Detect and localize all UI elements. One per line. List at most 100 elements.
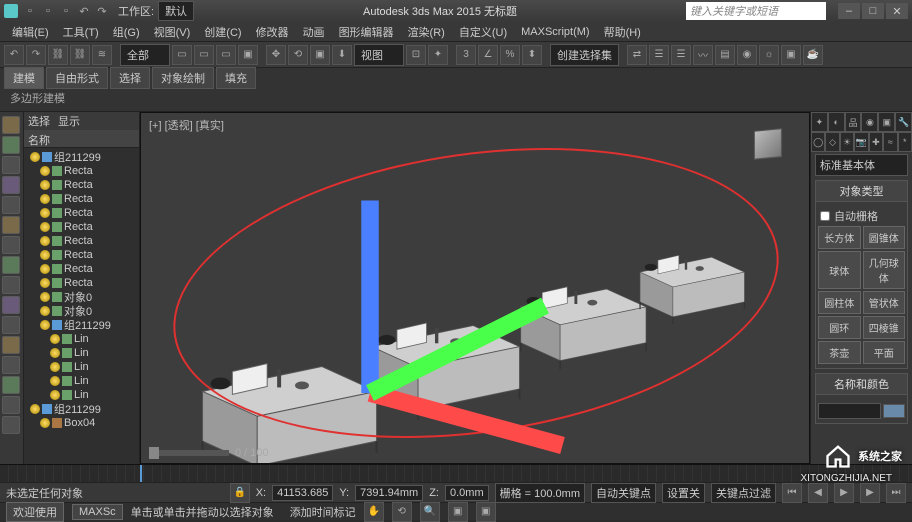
help-search-input[interactable]: 键入关键字或短语: [686, 2, 826, 20]
track-bar[interactable]: [0, 464, 912, 482]
refcoord-dropdown[interactable]: 视图: [354, 44, 404, 66]
ribbon-tab-freeform[interactable]: 自由形式: [46, 67, 108, 89]
schematic-button[interactable]: ▤: [715, 45, 735, 65]
rollout-namecolor-header[interactable]: 名称和颜色: [815, 373, 908, 395]
unlink-button[interactable]: ⛓: [70, 45, 90, 65]
select-rect-button[interactable]: ▭: [216, 45, 236, 65]
tree-item[interactable]: Recta: [26, 178, 137, 192]
window-crossing-button[interactable]: ▣: [238, 45, 258, 65]
ribbon-tab-select[interactable]: 选择: [110, 67, 150, 89]
tree-item[interactable]: 组211299: [26, 402, 137, 416]
redo-button[interactable]: ↷: [26, 45, 46, 65]
visibility-bulb-icon[interactable]: [50, 348, 60, 358]
visibility-bulb-icon[interactable]: [40, 250, 50, 260]
tree-item[interactable]: Lin: [26, 374, 137, 388]
tree-item[interactable]: Recta: [26, 262, 137, 276]
tree-item[interactable]: Recta: [26, 276, 137, 290]
pivot-button[interactable]: ⊡: [406, 45, 426, 65]
visibility-bulb-icon[interactable]: [40, 180, 50, 190]
outliner-header-name[interactable]: 名称: [24, 130, 139, 148]
tree-item[interactable]: Lin: [26, 346, 137, 360]
create-helper-icon[interactable]: ✚: [869, 132, 883, 152]
visibility-bulb-icon[interactable]: [30, 152, 40, 162]
nav-max-toggle-icon[interactable]: ▣: [476, 502, 496, 522]
tree-item[interactable]: 组211299: [26, 318, 137, 332]
maxscript-listener-button[interactable]: MAXSc: [72, 504, 123, 520]
nav-zoom-all-icon[interactable]: ▣: [448, 502, 468, 522]
curve-editor-button[interactable]: 〰: [693, 45, 713, 65]
tree-item[interactable]: Recta: [26, 206, 137, 220]
panel-tab-motion-icon[interactable]: ◉: [861, 112, 878, 132]
tree-item[interactable]: Recta: [26, 248, 137, 262]
viewport-perspective[interactable]: [+] [透视] [真实]: [140, 112, 810, 464]
undo-button[interactable]: ↶: [4, 45, 24, 65]
tree-item[interactable]: Box04: [26, 416, 137, 430]
create-camera-icon[interactable]: 📷: [854, 132, 868, 152]
workspace-dropdown[interactable]: 默认: [158, 1, 194, 21]
visibility-bulb-icon[interactable]: [40, 278, 50, 288]
tool-icon[interactable]: [2, 136, 20, 154]
minimize-button[interactable]: –: [838, 3, 860, 19]
visibility-bulb-icon[interactable]: [40, 236, 50, 246]
visibility-bulb-icon[interactable]: [40, 208, 50, 218]
tool-icon[interactable]: [2, 156, 20, 174]
panel-tab-utilities-icon[interactable]: 🔧: [895, 112, 912, 132]
tool-icon[interactable]: [2, 216, 20, 234]
ribbon-panel-polymodel[interactable]: 多边形建模: [4, 89, 71, 107]
primitive-button[interactable]: 圆环: [818, 316, 861, 339]
link-button[interactable]: ⛓: [48, 45, 68, 65]
selection-filter-dropdown[interactable]: 全部: [120, 44, 170, 66]
primitive-button[interactable]: 管状体: [863, 291, 906, 314]
tool-icon[interactable]: [2, 176, 20, 194]
rollout-objtype-header[interactable]: 对象类型: [815, 180, 908, 202]
welcome-button[interactable]: 欢迎使用: [6, 502, 64, 522]
tool-icon[interactable]: [2, 116, 20, 134]
visibility-bulb-icon[interactable]: [40, 320, 50, 330]
primitive-button[interactable]: 球体: [818, 251, 861, 289]
nav-pan-icon[interactable]: ✋: [364, 502, 384, 522]
time-tag-button[interactable]: 添加时间标记: [290, 504, 356, 520]
primitive-button[interactable]: 几何球体: [863, 251, 906, 289]
visibility-bulb-icon[interactable]: [30, 404, 40, 414]
create-light-icon[interactable]: ☀: [840, 132, 854, 152]
create-system-icon[interactable]: *: [898, 132, 912, 152]
rotate-button[interactable]: ⟲: [288, 45, 308, 65]
tool-icon[interactable]: [2, 276, 20, 294]
visibility-bulb-icon[interactable]: [50, 334, 60, 344]
menu-modifiers[interactable]: 修改器: [250, 22, 295, 42]
named-selset-dropdown[interactable]: 创建选择集: [550, 44, 619, 66]
qat-redo-icon[interactable]: ↷: [94, 3, 110, 19]
tree-item[interactable]: Recta: [26, 164, 137, 178]
ribbon-tab-populate[interactable]: 填充: [216, 67, 256, 89]
primitive-button[interactable]: 长方体: [818, 226, 861, 249]
align-button[interactable]: ☰: [649, 45, 669, 65]
snap-toggle-button[interactable]: 3: [456, 45, 476, 65]
nav-zoom-icon[interactable]: 🔍: [420, 502, 440, 522]
tool-icon[interactable]: [2, 356, 20, 374]
menu-help[interactable]: 帮助(H): [598, 22, 647, 42]
tool-icon[interactable]: [2, 396, 20, 414]
primitive-button[interactable]: 四棱锥: [863, 316, 906, 339]
qat-save-icon[interactable]: ▫: [58, 3, 74, 19]
tree-item[interactable]: Lin: [26, 388, 137, 402]
maximize-button[interactable]: □: [862, 3, 884, 19]
tool-icon[interactable]: [2, 416, 20, 434]
bind-button[interactable]: ≋: [92, 45, 112, 65]
visibility-bulb-icon[interactable]: [40, 264, 50, 274]
qat-open-icon[interactable]: ▫: [40, 3, 56, 19]
render-frame-button[interactable]: ▣: [781, 45, 801, 65]
menu-customize[interactable]: 自定义(U): [453, 22, 513, 42]
tool-icon[interactable]: [2, 196, 20, 214]
render-setup-button[interactable]: ☼: [759, 45, 779, 65]
menu-group[interactable]: 组(G): [107, 22, 146, 42]
visibility-bulb-icon[interactable]: [40, 194, 50, 204]
qat-undo-icon[interactable]: ↶: [76, 3, 92, 19]
object-name-input[interactable]: [818, 403, 881, 419]
spinner-snap-button[interactable]: ⬍: [522, 45, 542, 65]
primitive-button[interactable]: 圆锥体: [863, 226, 906, 249]
category-dropdown[interactable]: 标准基本体: [815, 154, 908, 176]
panel-tab-modify-icon[interactable]: ◐: [828, 112, 845, 132]
tree-item[interactable]: Recta: [26, 234, 137, 248]
visibility-bulb-icon[interactable]: [50, 362, 60, 372]
tool-icon[interactable]: [2, 336, 20, 354]
